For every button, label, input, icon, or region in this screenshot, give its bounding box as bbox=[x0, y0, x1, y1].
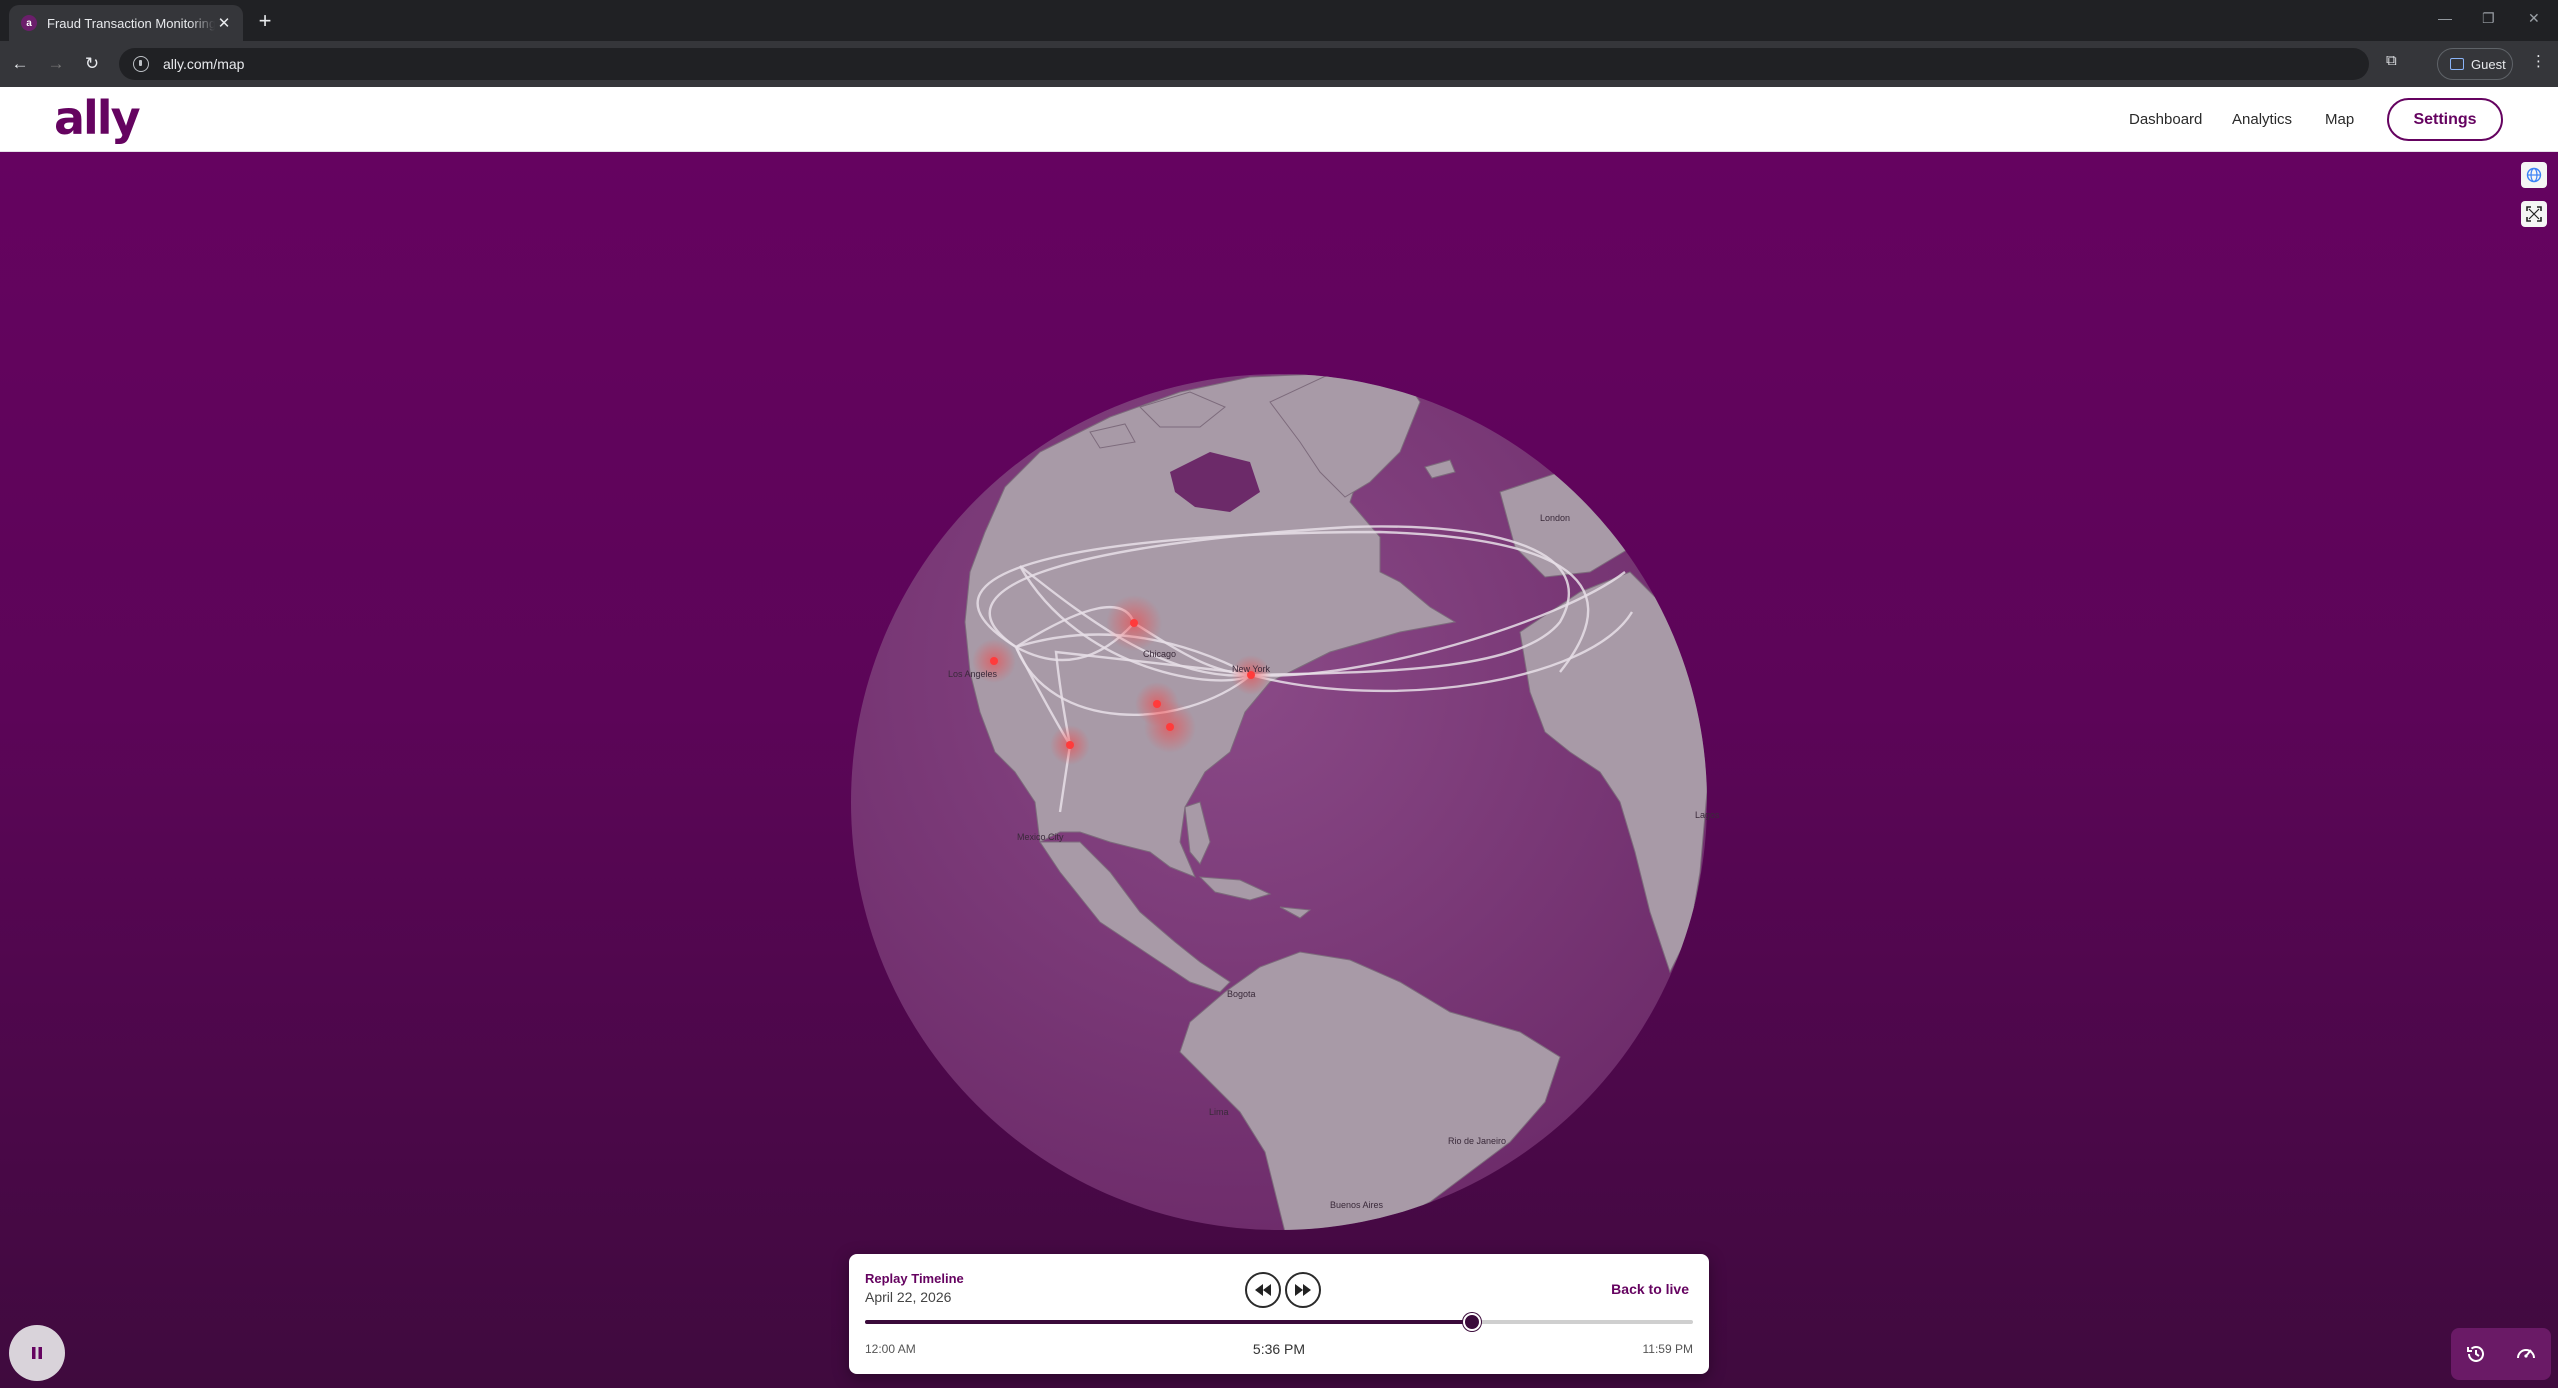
timeline-current-time: 5:36 PM bbox=[1252, 1341, 1306, 1357]
timeline-date: April 22, 2026 bbox=[865, 1289, 952, 1305]
url-text[interactable]: ally.com/map bbox=[163, 56, 244, 72]
minimize-icon[interactable]: — bbox=[2438, 10, 2452, 26]
city-label-lagos: Lagos bbox=[1695, 810, 1720, 820]
back-to-live-link[interactable]: Back to live bbox=[1611, 1281, 1689, 1297]
globe-icon bbox=[2526, 167, 2542, 183]
tab-title: Fraud Transaction Monitoring D bbox=[47, 15, 215, 31]
globe-view-button[interactable] bbox=[2521, 162, 2547, 188]
replay-timeline: Replay Timeline April 22, 2026 Back to l… bbox=[849, 1254, 1709, 1374]
nav-analytics[interactable]: Analytics bbox=[2232, 111, 2292, 128]
kebab-menu-icon[interactable]: ⋮ bbox=[2531, 52, 2546, 70]
city-label-london: London bbox=[1540, 513, 1570, 523]
city-label-mexico-city: Mexico City bbox=[1017, 832, 1064, 842]
restore-icon[interactable]: ❐ bbox=[2482, 10, 2495, 27]
fast-forward-button[interactable] bbox=[1285, 1272, 1321, 1308]
ally-logo[interactable]: ally bbox=[54, 91, 141, 145]
cast-icon[interactable]: ⧉ bbox=[2386, 52, 2397, 69]
profile-button[interactable]: Guest bbox=[2437, 48, 2513, 80]
city-label-lima: Lima bbox=[1209, 1107, 1229, 1117]
site-info-icon[interactable] bbox=[133, 56, 149, 72]
city-label-buenos-aires: Buenos Aires bbox=[1330, 1200, 1384, 1210]
settings-button[interactable]: Settings bbox=[2387, 98, 2503, 141]
forward-arrow-icon[interactable]: → bbox=[44, 52, 68, 76]
timeline-slider[interactable] bbox=[865, 1313, 1693, 1331]
timeline-end-label: 11:59 PM bbox=[1642, 1342, 1693, 1356]
close-icon[interactable]: ✕ bbox=[215, 14, 233, 32]
city-label-los-angeles: Los Angeles bbox=[948, 669, 998, 679]
bottom-right-controls bbox=[2451, 1328, 2551, 1380]
fullscreen-icon bbox=[2526, 206, 2542, 222]
pause-button[interactable] bbox=[9, 1325, 65, 1381]
rewind-button[interactable] bbox=[1245, 1272, 1281, 1308]
city-label-chicago: Chicago bbox=[1143, 649, 1176, 659]
browser-toolbar: ← → ↻ ally.com/map ⧉ Guest ⋮ bbox=[0, 41, 2558, 87]
fullscreen-button[interactable] bbox=[2521, 201, 2547, 227]
favicon-icon: a bbox=[21, 15, 37, 31]
city-label-new-york: New York bbox=[1232, 664, 1271, 674]
address-bar[interactable]: ally.com/map bbox=[119, 48, 2369, 80]
new-tab-plus-icon[interactable]: + bbox=[252, 8, 278, 34]
reload-icon[interactable]: ↻ bbox=[80, 52, 104, 76]
nav-map[interactable]: Map bbox=[2325, 111, 2354, 128]
pause-icon bbox=[32, 1347, 42, 1359]
back-arrow-icon[interactable]: ← bbox=[8, 52, 32, 76]
city-label-bogota: Bogota bbox=[1227, 989, 1256, 999]
speedometer-icon[interactable] bbox=[2515, 1343, 2537, 1365]
timeline-title: Replay Timeline bbox=[865, 1271, 964, 1286]
profile-label: Guest bbox=[2471, 56, 2506, 72]
rewind-icon bbox=[1255, 1284, 1271, 1296]
profile-icon bbox=[2450, 58, 2464, 70]
window-close-icon[interactable]: ✕ bbox=[2528, 10, 2540, 27]
fast-forward-icon bbox=[1295, 1284, 1311, 1296]
map-area[interactable]: Los Angeles Chicago New York Mexico City… bbox=[0, 152, 2558, 1388]
app-header: ally Dashboard Analytics Map Settings bbox=[0, 87, 2558, 152]
timeline-progress-fill bbox=[865, 1320, 1472, 1324]
timeline-slider-thumb[interactable] bbox=[1462, 1313, 1481, 1331]
city-label-rio: Rio de Janeiro bbox=[1448, 1136, 1506, 1146]
nav-dashboard[interactable]: Dashboard bbox=[2129, 111, 2202, 128]
globe[interactable]: Los Angeles Chicago New York Mexico City… bbox=[0, 152, 2558, 1388]
browser-tab[interactable]: a Fraud Transaction Monitoring D ✕ bbox=[9, 5, 243, 41]
browser-tabstrip: a Fraud Transaction Monitoring D ✕ + — ❐… bbox=[0, 0, 2558, 41]
history-icon[interactable] bbox=[2465, 1343, 2487, 1365]
